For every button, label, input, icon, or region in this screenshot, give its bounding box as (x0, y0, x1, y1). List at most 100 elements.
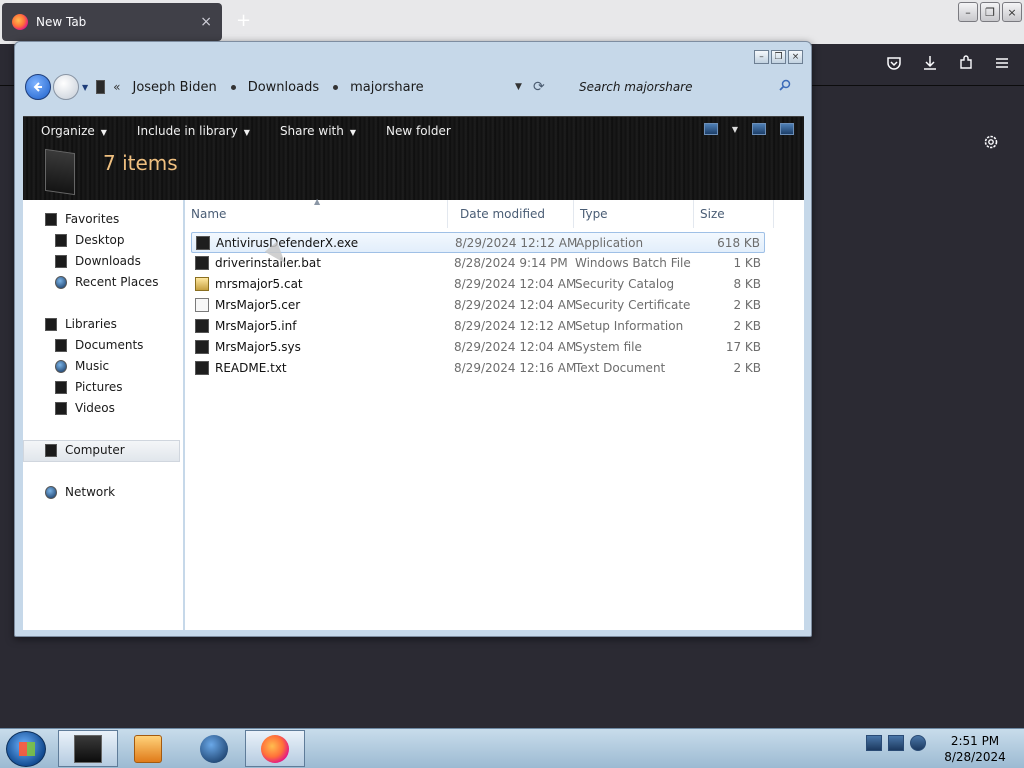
nav-documents[interactable]: Documents (55, 338, 143, 352)
column-header-type[interactable]: Type (574, 200, 694, 228)
taskbar-firefox-button[interactable] (245, 730, 305, 767)
navigation-pane: Favorites Desktop Downloads Recent Place… (23, 200, 183, 630)
taskbar-explorer-button[interactable] (58, 730, 118, 767)
new-folder-button[interactable]: New folder (386, 124, 451, 138)
view-dropdown-icon[interactable]: ▼ (732, 125, 738, 134)
explorer-close-button[interactable]: × (788, 50, 803, 64)
start-button[interactable] (6, 731, 46, 767)
exe-icon (196, 236, 210, 250)
organize-button[interactable]: Organize ▼ (41, 124, 107, 138)
file-name: driverinstaller.bat (215, 256, 321, 270)
file-date: 8/29/2024 12:04 AM (454, 340, 577, 354)
taskbar: 2:51 PM 8/28/2024 (0, 728, 1024, 768)
recent-places-icon (55, 275, 67, 289)
nav-favorites-label: Favorites (65, 212, 120, 226)
address-dropdown-icon[interactable]: ▼ (515, 82, 522, 92)
history-dropdown-icon[interactable]: ▼ (82, 83, 88, 92)
file-row[interactable]: MrsMajor5.cer 8/29/2024 12:04 AM Securit… (191, 295, 765, 316)
nav-libraries-label: Libraries (65, 317, 117, 331)
system-tray (866, 735, 926, 751)
file-date: 8/29/2024 12:12 AM (454, 319, 577, 333)
nav-desktop-label: Desktop (75, 233, 125, 247)
gear-icon[interactable] (982, 133, 1000, 156)
taskbar-globe-button[interactable] (184, 730, 244, 767)
nav-desktop[interactable]: Desktop (55, 233, 125, 247)
globe-icon (200, 734, 228, 763)
nav-libraries[interactable]: Libraries (45, 317, 117, 331)
column-header-size[interactable]: Size (694, 200, 774, 228)
nav-documents-label: Documents (75, 338, 144, 352)
nav-videos[interactable]: Videos (55, 401, 115, 415)
nav-favorites[interactable]: Favorites (45, 212, 119, 226)
file-name: MrsMajor5.cer (215, 298, 301, 312)
file-row[interactable]: README.txt 8/29/2024 12:16 AM Text Docum… (191, 358, 765, 379)
change-view-icon[interactable] (703, 123, 718, 135)
tray-app-icon[interactable] (866, 735, 882, 751)
explorer-maximize-button[interactable]: ❐ (771, 50, 786, 64)
system-clock[interactable]: 2:51 PM 8/28/2024 (940, 733, 1010, 765)
file-row[interactable]: MrsMajor5.inf 8/29/2024 12:12 AM Setup I… (191, 316, 765, 337)
forward-button[interactable] (53, 74, 79, 100)
nav-pictures[interactable]: Pictures (55, 380, 123, 394)
music-icon (55, 359, 67, 373)
back-button[interactable] (25, 74, 51, 100)
search-input[interactable]: Search majorshare (567, 73, 803, 101)
nav-downloads[interactable]: Downloads (55, 254, 141, 268)
nav-videos-label: Videos (75, 401, 115, 415)
column-name-label: Name (191, 207, 227, 221)
breadcrumb-majorshare[interactable]: majorshare (350, 80, 424, 95)
browser-toolbar-icons (884, 53, 1012, 73)
file-row[interactable]: mrsmajor5.cat 8/29/2024 12:04 AM Securit… (191, 274, 765, 295)
refresh-icon[interactable]: ⟳ (533, 79, 545, 95)
explorer-minimize-button[interactable]: – (754, 50, 769, 64)
breadcrumb-downloads[interactable]: Downloads (248, 80, 319, 95)
tab-new-tab[interactable]: New Tab × (2, 3, 222, 41)
breadcrumb-separator-icon[interactable] (333, 84, 339, 90)
breadcrumb-overflow-icon[interactable]: « (113, 80, 120, 94)
file-size: 2 KB (733, 319, 761, 333)
share-with-label: Share with (279, 124, 344, 138)
preview-pane-icon[interactable] (752, 123, 766, 135)
breadcrumb-joseph-biden[interactable]: Joseph Biden (133, 80, 217, 95)
tab-close-icon[interactable]: × (200, 14, 212, 30)
include-in-library-button[interactable]: Include in library ▼ (137, 124, 250, 138)
nav-network-label: Network (65, 485, 116, 499)
column-header-name[interactable]: Name ▲ (185, 197, 448, 228)
nav-computer[interactable]: Computer (45, 443, 125, 457)
pocket-icon[interactable] (884, 53, 904, 73)
nav-music[interactable]: Music (55, 359, 109, 373)
pictures-icon (55, 380, 67, 394)
restore-button[interactable]: ❐ (980, 2, 1000, 22)
close-button[interactable]: × (1002, 2, 1022, 22)
extensions-icon[interactable] (956, 53, 976, 73)
column-header-date[interactable]: Date modified (454, 200, 574, 228)
file-size: 8 KB (733, 277, 761, 291)
nav-recent-places[interactable]: Recent Places (55, 275, 158, 289)
volume-icon[interactable] (910, 735, 926, 751)
computer-icon (45, 443, 57, 457)
network-status-icon[interactable] (888, 735, 904, 751)
taskbar-media-player-button[interactable] (118, 730, 178, 767)
inf-icon (195, 319, 209, 333)
download-icon[interactable] (920, 53, 940, 73)
organize-label: Organize (41, 124, 95, 138)
documents-icon (55, 338, 67, 352)
browser-tabstrip: New Tab × + – ❐ × (0, 0, 1024, 44)
help-icon[interactable] (780, 123, 794, 135)
explorer-icon (74, 734, 102, 763)
file-type: System file (575, 340, 642, 354)
nav-network[interactable]: Network (45, 485, 115, 499)
new-tab-button[interactable]: + (236, 12, 251, 30)
search-icon[interactable] (779, 79, 791, 95)
share-with-button[interactable]: Share with ▼ (280, 124, 356, 138)
file-size: 17 KB (725, 340, 761, 354)
menu-icon[interactable] (992, 53, 1012, 73)
minimize-button[interactable]: – (958, 2, 978, 22)
window-controls: – ❐ × (958, 2, 1022, 22)
network-icon (45, 485, 57, 499)
file-row[interactable]: MrsMajor5.sys 8/29/2024 12:04 AM System … (191, 337, 765, 358)
breadcrumb-separator-icon[interactable] (230, 84, 236, 90)
file-date: 8/29/2024 12:04 AM (454, 298, 577, 312)
media-player-icon (134, 734, 162, 763)
file-size: 2 KB (733, 361, 761, 375)
